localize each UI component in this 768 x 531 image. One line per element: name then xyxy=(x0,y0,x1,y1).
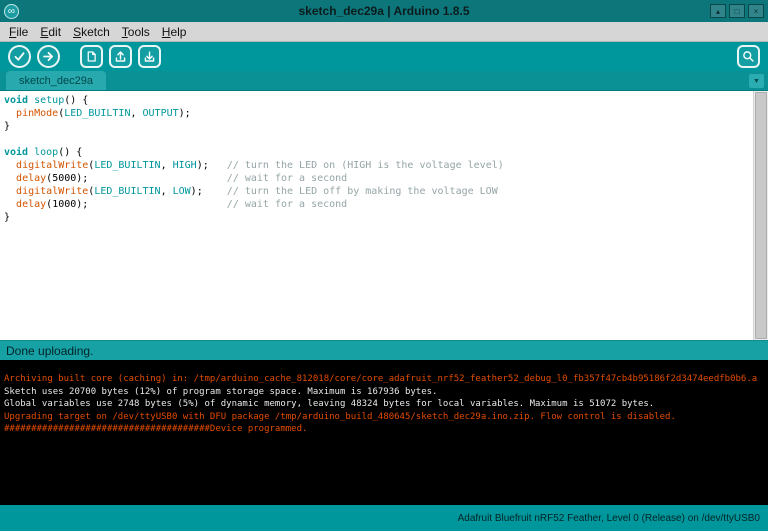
arrow-right-icon xyxy=(42,50,55,63)
status-bar: Done uploading. xyxy=(0,340,768,360)
new-sketch-button[interactable] xyxy=(80,45,103,68)
close-button[interactable]: × xyxy=(748,4,764,18)
editor-area: void setup() { pinMode(LED_BUILTIN, OUTP… xyxy=(0,91,768,340)
tab-list-button[interactable]: ▼ xyxy=(749,74,764,88)
menu-tools[interactable]: Tools xyxy=(116,23,156,41)
check-icon xyxy=(13,50,26,63)
open-button[interactable] xyxy=(109,45,132,68)
menubar: File Edit Sketch Tools Help xyxy=(0,22,768,42)
console-line: Sketch uses 20700 bytes (12%) of program… xyxy=(4,386,764,399)
code-line: void setup() { xyxy=(4,94,751,107)
titlebar[interactable]: ∞ sketch_dec29a | Arduino 1.8.5 ▴ □ × xyxy=(0,0,768,22)
scrollbar-thumb[interactable] xyxy=(755,92,767,339)
footer-bar: Adafruit Bluefruit nRF52 Feather, Level … xyxy=(0,505,768,531)
code-editor[interactable]: void setup() { pinMode(LED_BUILTIN, OUTP… xyxy=(0,91,753,340)
console-line: Global variables use 2748 bytes (5%) of … xyxy=(4,398,764,411)
console-line: Archiving built core (caching) in: /tmp/… xyxy=(4,373,764,386)
tab-label: sketch_dec29a xyxy=(19,75,93,87)
shade-button[interactable]: ▴ xyxy=(710,4,726,18)
status-message: Done uploading. xyxy=(6,344,93,358)
arduino-ide-window: ∞ sketch_dec29a | Arduino 1.8.5 ▴ □ × Fi… xyxy=(0,0,768,531)
code-line: } xyxy=(4,211,751,224)
save-button[interactable] xyxy=(138,45,161,68)
maximize-button[interactable]: □ xyxy=(729,4,745,18)
console-line: Upgrading target on /dev/ttyUSB0 with DF… xyxy=(4,411,764,424)
code-line: digitalWrite(LED_BUILTIN, HIGH); // turn… xyxy=(4,159,751,172)
arduino-logo-icon: ∞ xyxy=(4,4,19,19)
verify-button[interactable] xyxy=(8,45,31,68)
console-output[interactable]: Archiving built core (caching) in: /tmp/… xyxy=(0,360,768,505)
board-info: Adafruit Bluefruit nRF52 Feather, Level … xyxy=(458,513,760,524)
code-line xyxy=(4,133,751,146)
arrow-up-tray-icon xyxy=(114,50,127,63)
code-line: digitalWrite(LED_BUILTIN, LOW); // turn … xyxy=(4,185,751,198)
editor-scrollbar[interactable] xyxy=(753,91,768,340)
document-icon xyxy=(85,50,98,63)
code-line: delay(5000); // wait for a second xyxy=(4,172,751,185)
menu-edit[interactable]: Edit xyxy=(34,23,67,41)
menu-help[interactable]: Help xyxy=(156,23,193,41)
code-line: } xyxy=(4,120,751,133)
console-line: ######################################De… xyxy=(4,423,764,436)
toolbar xyxy=(0,42,768,71)
arrow-down-tray-icon xyxy=(143,50,156,63)
menu-sketch[interactable]: Sketch xyxy=(67,23,116,41)
upload-button[interactable] xyxy=(37,45,60,68)
chevron-down-icon: ▼ xyxy=(753,78,760,85)
serial-monitor-button[interactable] xyxy=(737,45,760,68)
window-controls: ▴ □ × xyxy=(707,4,764,18)
tab-bar: sketch_dec29a ▼ xyxy=(0,71,768,91)
menu-file[interactable]: File xyxy=(3,23,34,41)
window-title: sketch_dec29a | Arduino 1.8.5 xyxy=(0,4,768,18)
tab-sketch-dec29a[interactable]: sketch_dec29a xyxy=(6,71,106,90)
code-line: void loop() { xyxy=(4,146,751,159)
magnifier-icon xyxy=(742,50,755,63)
code-line: delay(1000); // wait for a second xyxy=(4,198,751,211)
code-line: pinMode(LED_BUILTIN, OUTPUT); xyxy=(4,107,751,120)
